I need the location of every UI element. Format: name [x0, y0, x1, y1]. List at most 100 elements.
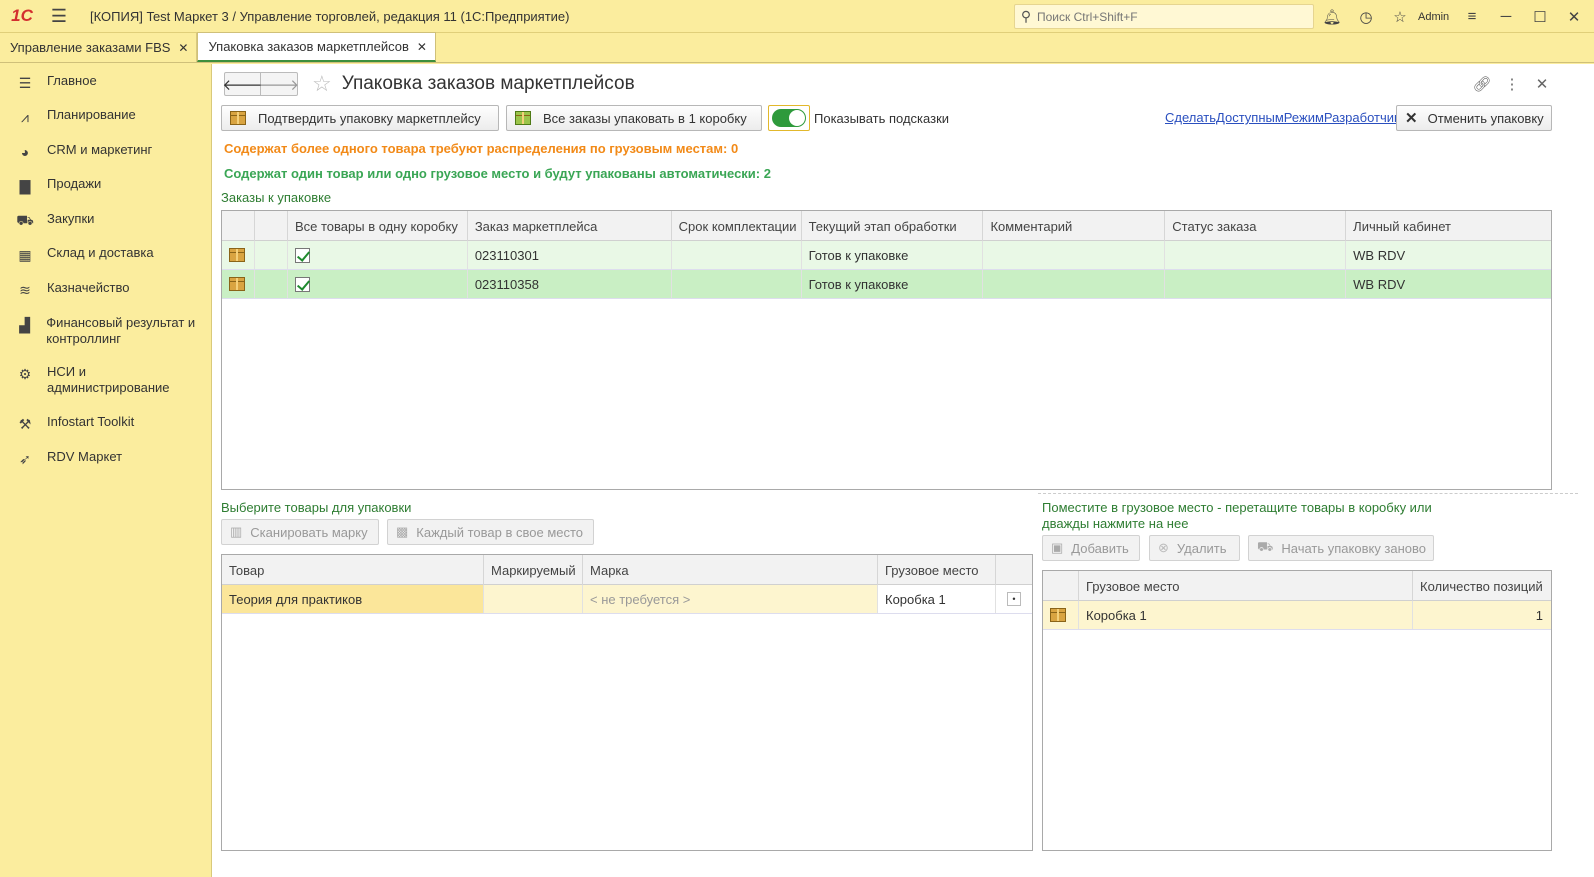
column-header[interactable]: Маркируемый — [484, 555, 583, 585]
back-button[interactable]: 🡐 — [222, 72, 263, 96]
search-icon: ⚲ — [1020, 8, 1032, 24]
column-header[interactable] — [996, 555, 1032, 585]
choose-place-button[interactable]: • — [996, 585, 1032, 613]
sidebar-item-rdv-market[interactable]: ➶ RDV Маркет — [0, 449, 122, 468]
shopping-bag-icon: ▇ — [19, 177, 31, 194]
order-status — [1165, 241, 1347, 269]
divider — [1038, 493, 1578, 494]
stage: Готов к упаковке — [802, 270, 984, 298]
button-label: Все заказы упаковать в 1 коробку — [543, 110, 747, 126]
developer-mode-link[interactable]: СделатьДоступнымРежимРазработчика — [1165, 110, 1407, 125]
column-header[interactable]: Марка — [583, 555, 878, 585]
table-row[interactable]: 023110358 Готов к упаковке WB RDV — [222, 270, 1551, 299]
sidebar-item-purchases[interactable]: ⛟ Закупки — [0, 211, 94, 230]
all-in-one-checkbox[interactable] — [288, 241, 468, 269]
column-header[interactable]: Товар — [222, 555, 484, 585]
button-label: Каждый товар в свое место — [416, 524, 584, 540]
title-bar: 1С ☰ [КОПИЯ] Test Маркет 3 / Управление … — [0, 0, 1594, 33]
column-header[interactable]: Комментарий — [983, 211, 1166, 241]
cart-clear-icon: ⛟ — [1257, 539, 1274, 554]
search-input[interactable] — [1037, 9, 1297, 24]
cabinet: WB RDV — [1353, 276, 1406, 292]
column-header[interactable]: Количество позиций — [1413, 571, 1551, 601]
column-header[interactable]: Грузовое место — [878, 555, 996, 585]
minimize-icon[interactable]: ─ — [1490, 0, 1522, 33]
close-tab-icon[interactable]: ✕ — [178, 41, 188, 55]
list-icon: ☰ — [18, 74, 32, 91]
order-status — [1165, 270, 1347, 298]
favorite-star-icon[interactable]: ☆ — [312, 71, 332, 97]
1c-logo: 1С — [11, 6, 33, 25]
sidebar-item-crm[interactable]: ◕ CRM и маркетинг — [0, 142, 153, 161]
close-form-icon[interactable]: ✕ — [1530, 72, 1554, 96]
close-icon: ✕ — [1405, 110, 1418, 127]
sidebar-item-label: Продажи — [47, 176, 102, 191]
orders-table[interactable]: Все товары в одну коробку Заказ маркетпл… — [221, 210, 1552, 490]
menu-icon[interactable]: ☰ — [44, 0, 74, 33]
table-row[interactable]: Коробка 1 1 — [1043, 601, 1551, 630]
sidebar-item-planning[interactable]: ⩘ Планирование — [0, 107, 136, 126]
sidebar-item-label: Планирование — [47, 107, 136, 122]
tab-fbs-orders[interactable]: Управление заказами FBS ✕ — [0, 33, 198, 62]
sidebar-item-sales[interactable]: ▇ Продажи — [0, 176, 102, 195]
cargo-places-table[interactable]: Грузовое место Количество позиций Коробк… — [1042, 570, 1552, 851]
stage: Готов к упаковке — [802, 241, 984, 269]
column-header[interactable]: Статус заказа — [1165, 211, 1347, 241]
link-icon[interactable]: 🔗︎ — [1470, 72, 1494, 96]
maximize-icon[interactable]: ☐ — [1524, 0, 1556, 33]
box-icon — [1043, 601, 1079, 629]
sidebar-item-infostart[interactable]: ⚒ Infostart Toolkit — [0, 414, 134, 433]
tab-label: Управление заказами FBS — [10, 40, 171, 55]
pack-all-in-one-box-button[interactable]: Все заказы упаковать в 1 коробку — [506, 105, 762, 131]
button-label: Подтвердить упаковку маркетплейсу — [258, 110, 481, 126]
tab-marketplace-packing[interactable]: Упаковка заказов маркетплейсов ✕ — [197, 32, 436, 62]
forward-button[interactable]: 🡒 — [259, 72, 299, 96]
sidebar-item-label: Главное — [47, 73, 97, 88]
scan-mark-button[interactable]: ▥ Сканировать марку — [221, 519, 379, 545]
global-search[interactable]: ⚲ — [1014, 4, 1314, 29]
favorites-star-icon[interactable]: ☆ — [1384, 0, 1416, 33]
info-single-item: Содержат один товар или одно грузовое ме… — [224, 166, 771, 181]
sidebar-item-finance[interactable]: ▟ Финансовый результат и контроллинг — [0, 315, 200, 347]
settings-menu-icon[interactable]: ≡ — [1456, 0, 1488, 33]
cancel-packing-button[interactable]: ✕ Отменить упаковку — [1396, 105, 1552, 131]
table-row[interactable]: 023110301 Готов к упаковке WB RDV — [222, 241, 1551, 270]
restart-packing-button[interactable]: ⛟ Начать упаковку заново — [1248, 535, 1434, 561]
info-multi-items: Содержат более одного товара требуют рас… — [224, 141, 739, 156]
user-name[interactable]: Admin — [1418, 0, 1449, 33]
sidebar-item-treasury[interactable]: ≋ Казначейство — [0, 280, 129, 299]
table-row[interactable]: Теория для практиков < не требуется > Ко… — [222, 585, 1032, 614]
all-in-one-checkbox[interactable] — [288, 270, 468, 298]
history-icon[interactable]: ◷ — [1350, 0, 1382, 33]
mark: < не требуется > — [583, 585, 878, 613]
column-header[interactable]: Личный кабинет — [1346, 211, 1551, 241]
confirm-packing-button[interactable]: Подтвердить упаковку маркетплейсу — [221, 105, 499, 131]
goods-table[interactable]: Товар Маркируемый Марка Грузовое место Т… — [221, 554, 1033, 851]
bar-chart-icon: ▟ — [19, 316, 31, 333]
button-label: Добавить — [1071, 540, 1129, 556]
bell-icon[interactable]: 🔔︎ — [1316, 0, 1348, 33]
sidebar-item-main[interactable]: ☰ Главное — [0, 73, 97, 92]
sections-panel: ☰ Главное ⩘ Планирование ◕ CRM и маркети… — [0, 64, 212, 877]
delete-place-button[interactable]: ⊗ Удалить — [1149, 535, 1240, 561]
sidebar-item-warehouse[interactable]: ▦ Склад и доставка — [0, 245, 153, 264]
close-tab-icon[interactable]: ✕ — [417, 40, 427, 54]
button-label: Начать упаковку заново — [1281, 540, 1427, 556]
box-icon — [222, 270, 255, 298]
orders-group-title: Заказы к упаковке — [221, 190, 332, 205]
column-header[interactable] — [1043, 571, 1079, 601]
column-header[interactable]: Срок комплектации — [672, 211, 802, 241]
column-header[interactable]: Грузовое место — [1079, 571, 1413, 601]
each-item-own-place-button[interactable]: ▩ Каждый товар в свое место — [387, 519, 594, 545]
hints-toggle[interactable] — [768, 105, 810, 131]
column-header[interactable] — [222, 211, 255, 241]
column-header[interactable]: Заказ маркетплейса — [468, 211, 672, 241]
column-header[interactable] — [255, 211, 288, 241]
close-window-icon[interactable]: ✕ — [1558, 0, 1590, 33]
column-header[interactable]: Текущий этап обработки — [802, 211, 984, 241]
more-actions-icon[interactable]: ⋮ — [1500, 72, 1524, 96]
table-header: Все товары в одну коробку Заказ маркетпл… — [222, 211, 1551, 241]
sidebar-item-admin[interactable]: ⚙ НСИ и администрирование — [0, 364, 200, 396]
add-place-button[interactable]: ▣ Добавить — [1042, 535, 1140, 561]
column-header[interactable]: Все товары в одну коробку — [288, 211, 468, 241]
